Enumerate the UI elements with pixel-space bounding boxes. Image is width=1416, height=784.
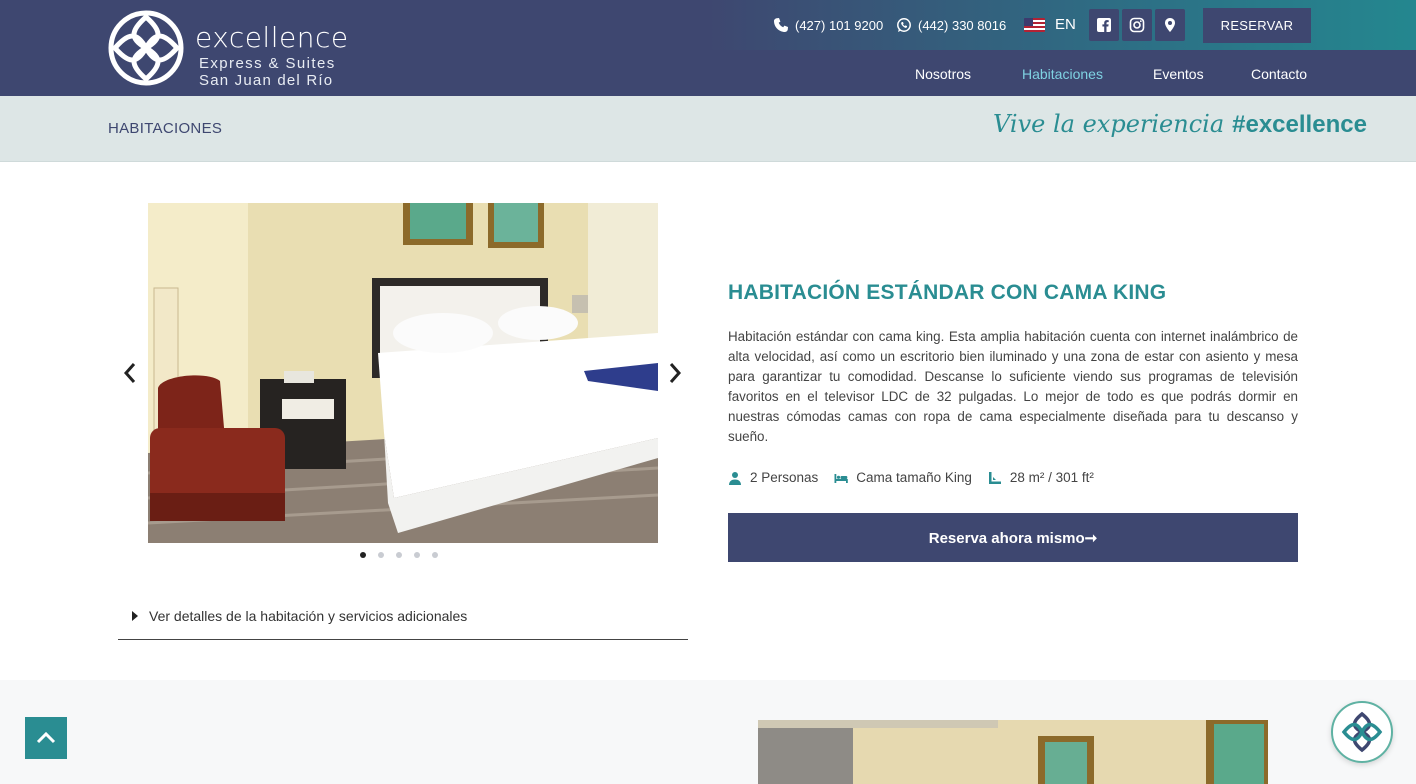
- slide-dot-5[interactable]: [432, 552, 438, 558]
- banner-tagline: Vive la experiencia #excellence: [993, 110, 1367, 139]
- feature-bed-label: Cama tamaño King: [856, 470, 972, 485]
- room-photo-slide[interactable]: [148, 203, 658, 543]
- feature-capacity: 2 Personas: [728, 470, 818, 485]
- room-title: HABITACIÓN ESTÁNDAR CON CAMA KING: [728, 281, 1167, 304]
- brand-line-1: Express & Suites: [199, 55, 336, 72]
- feature-capacity-label: 2 Personas: [750, 470, 819, 485]
- next-room-photo[interactable]: [758, 720, 1268, 784]
- slide-dot-2[interactable]: [378, 552, 384, 558]
- nav-item-habitaciones[interactable]: Habitaciones: [1022, 66, 1103, 82]
- language-label: EN: [1055, 16, 1076, 33]
- phone-link[interactable]: (427) 101 9200: [773, 17, 883, 33]
- page-banner: HABITACIONES Vive la experiencia #excell…: [0, 96, 1416, 162]
- location-button[interactable]: [1155, 9, 1185, 41]
- brand-name: excellence: [195, 21, 349, 54]
- location-pin-icon: [1165, 18, 1175, 32]
- slide-indicators: [360, 552, 438, 558]
- site-header: excellence Express & Suites San Juan del…: [0, 0, 1416, 96]
- chevron-left-icon: [123, 363, 136, 383]
- room-details-toggle[interactable]: Ver detalles de la habitación y servicio…: [118, 598, 688, 640]
- room-photo: [148, 203, 658, 543]
- area-icon: [988, 471, 1001, 484]
- instagram-button[interactable]: [1122, 9, 1152, 41]
- phone-number: (427) 101 9200: [795, 17, 884, 33]
- whatsapp-link[interactable]: (442) 330 8016: [896, 17, 1006, 33]
- room-details-label: Ver detalles de la habitación y servicio…: [149, 608, 468, 624]
- brand-line-2: San Juan del Río: [199, 72, 334, 89]
- feature-bed: Cama tamaño King: [834, 470, 972, 485]
- phone-icon: [774, 18, 788, 32]
- prev-slide-button[interactable]: [121, 361, 139, 385]
- slide-dot-4[interactable]: [414, 552, 420, 558]
- chevron-right-icon: [669, 363, 682, 383]
- feature-area-label: 28 m² / 301 ft²: [1009, 470, 1094, 485]
- language-switcher[interactable]: EN: [1024, 16, 1076, 33]
- whatsapp-icon: [897, 18, 911, 32]
- person-icon: [729, 471, 741, 485]
- reserve-button[interactable]: RESERVAR: [1203, 8, 1311, 43]
- tagline-script: Vive la experiencia: [993, 110, 1225, 138]
- facebook-button[interactable]: [1089, 9, 1119, 41]
- scroll-to-top-button[interactable]: [25, 717, 67, 759]
- nav-item-eventos[interactable]: Eventos: [1153, 66, 1204, 82]
- tagline-hashtag: #excellence: [1232, 111, 1367, 138]
- page-title: HABITACIONES: [108, 120, 223, 137]
- nav-item-contacto[interactable]: Contacto: [1251, 66, 1307, 82]
- caret-right-icon: [132, 611, 138, 621]
- book-now-button[interactable]: Reserva ahora mismo➞: [728, 513, 1298, 562]
- brand-logo[interactable]: excellence Express & Suites San Juan del…: [107, 9, 357, 89]
- chevron-up-icon: [36, 731, 56, 744]
- room-features: 2 Personas Cama tamaño King 28 m² / 301 …: [728, 470, 1110, 485]
- facebook-icon: [1097, 18, 1111, 32]
- bed-icon: [834, 473, 849, 483]
- chat-widget-button[interactable]: [1331, 701, 1393, 763]
- instagram-icon: [1129, 17, 1145, 33]
- next-slide-button[interactable]: [666, 361, 684, 385]
- us-flag-icon: [1024, 17, 1045, 32]
- room-description: Habitación estándar con cama king. Esta …: [728, 329, 1298, 444]
- feature-area: 28 m² / 301 ft²: [988, 470, 1094, 485]
- slide-dot-1[interactable]: [360, 552, 366, 558]
- next-room-image: [758, 720, 1268, 784]
- whatsapp-number: (442) 330 8016: [918, 17, 1007, 33]
- slide-dot-3[interactable]: [396, 552, 402, 558]
- logo-knot-icon: [108, 10, 184, 86]
- brand-knot-icon: [1341, 711, 1383, 753]
- nav-item-nosotros[interactable]: Nosotros: [915, 66, 971, 82]
